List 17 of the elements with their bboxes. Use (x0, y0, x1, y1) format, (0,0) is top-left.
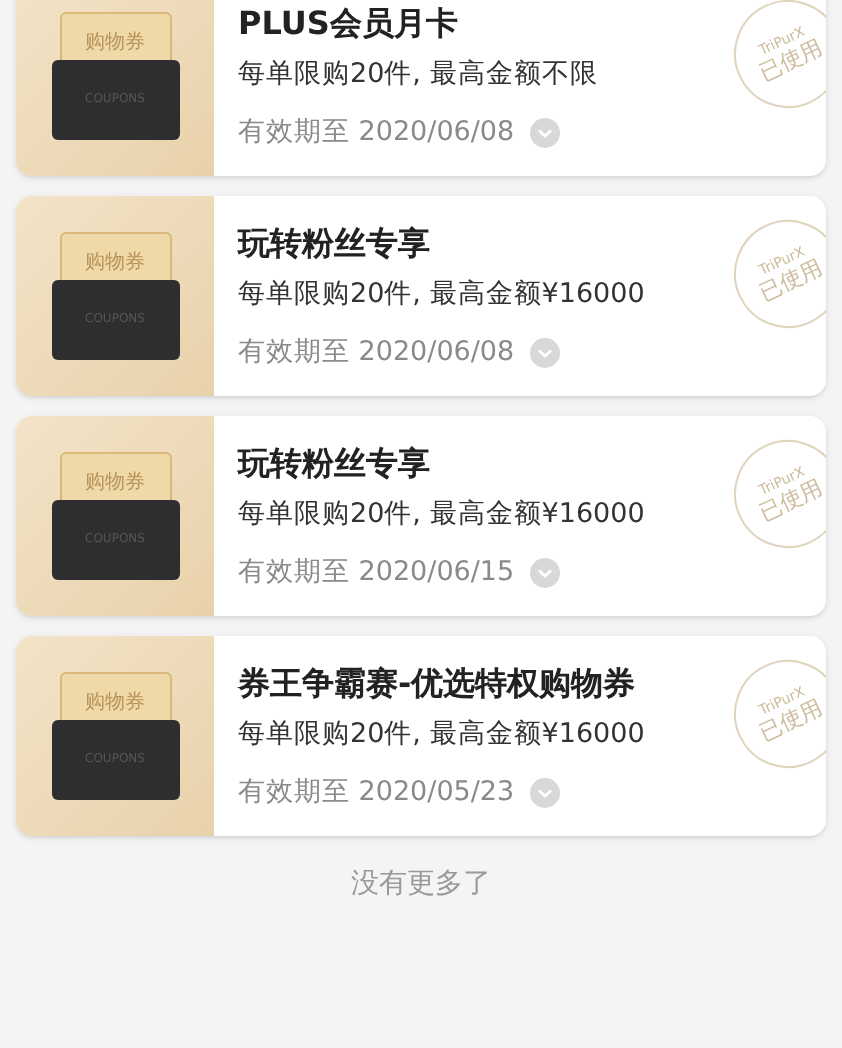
validity-date: 有效期至 2020/06/08 (238, 114, 515, 152)
validity-date: 有效期至 2020/06/08 (238, 334, 515, 372)
coupon-limit: 每单限购20件, 最高金额¥16000 (238, 276, 645, 314)
coupon-title: PLUS会员月卡 (238, 2, 460, 46)
end-of-list-text: 没有更多了 (351, 866, 491, 904)
coupon-limit: 每单限购20件, 最高金额¥16000 (238, 716, 645, 754)
coupon-title: 玩转粉丝专享 (238, 442, 432, 486)
expand-chevron-icon[interactable] (530, 777, 561, 807)
coupon-limit: 每单限购20件, 最高金额不限 (238, 56, 598, 94)
coupon-title: 券王争霸赛-优选特权购物券 (238, 662, 638, 706)
validity-date: 有效期至 2020/05/23 (238, 774, 515, 812)
coupon-limit: 每单限购20件, 最高金额¥16000 (238, 496, 645, 534)
expand-chevron-icon[interactable] (530, 557, 561, 587)
coupon-title: 玩转粉丝专享 (238, 222, 432, 266)
expand-chevron-icon[interactable] (530, 117, 561, 147)
expand-chevron-icon[interactable] (530, 337, 561, 367)
validity-date: 有效期至 2020/06/15 (238, 554, 515, 592)
